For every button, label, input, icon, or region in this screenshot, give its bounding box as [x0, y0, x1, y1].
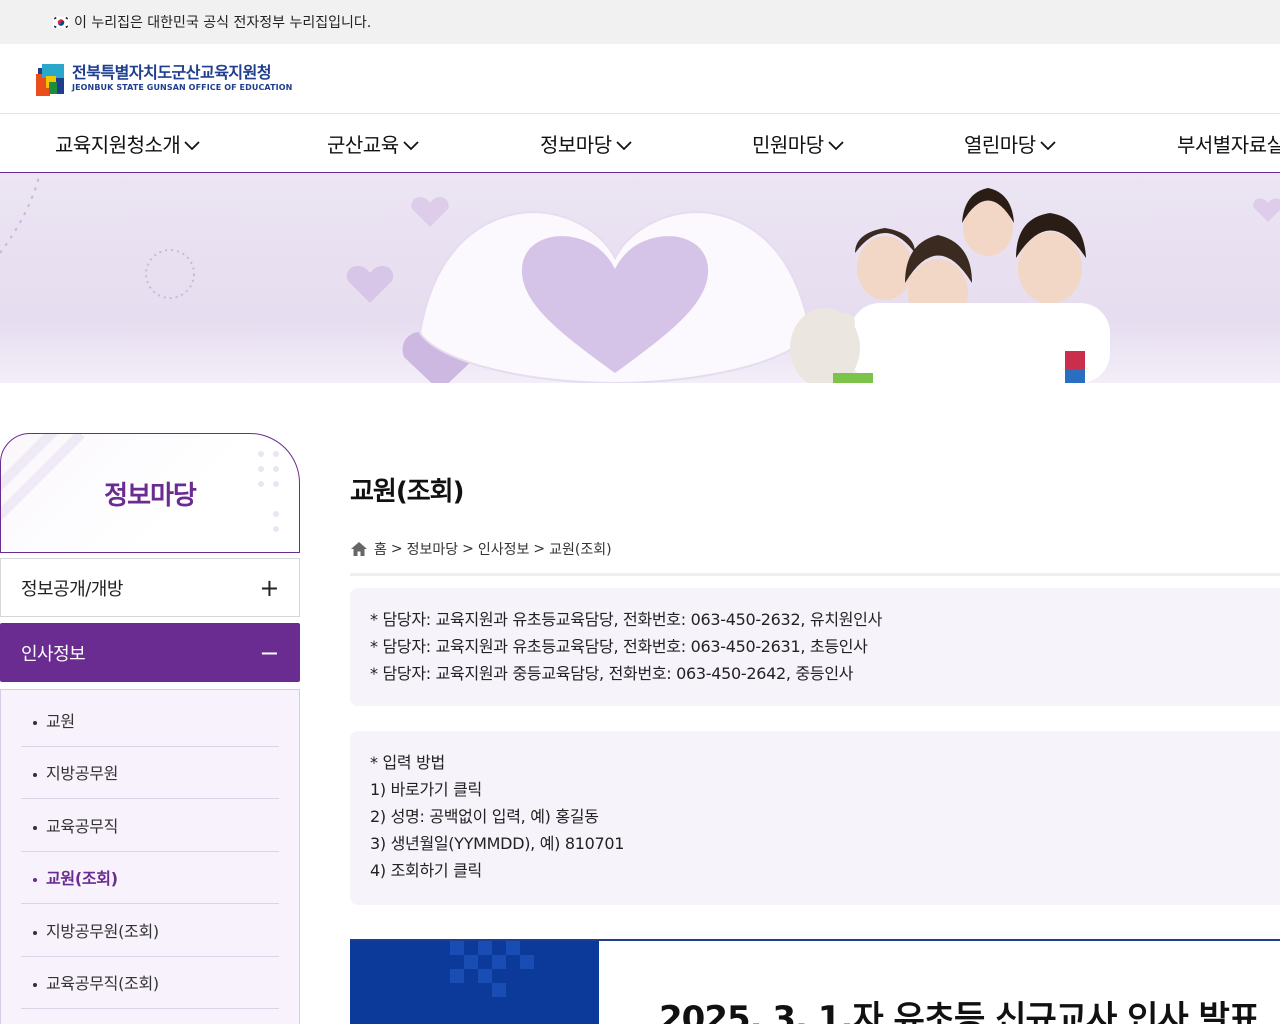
gov-notice-bar: 이 누리집은 대한민국 공식 전자정부 누리집입니다. [0, 0, 1280, 44]
logo-name-ko: 전북특별자치도군산교육지원청 [72, 63, 272, 82]
notice-banner-graphic [350, 941, 599, 1024]
input-method-line: * 입력 방법 [370, 753, 445, 772]
korean-flag-icon [51, 15, 71, 29]
input-method-line: 4) 조회하기 클릭 [370, 861, 482, 880]
nav-label: 정보마당 [540, 133, 612, 157]
breadcrumb-home[interactable]: 홈 [374, 539, 387, 559]
banner-illustration [0, 173, 1280, 383]
chevron-down-icon [1039, 140, 1056, 150]
input-method-line: 3) 생년월일(YYMMDD), 예) 810701 [370, 834, 625, 853]
nav-label: 교육지원청소개 [55, 133, 181, 157]
nav-label: 부서별자료실 [1177, 133, 1280, 157]
bullet-icon [33, 825, 37, 830]
decor-dots-icon [0, 173, 195, 299]
input-method-line: 1) 바로가기 클릭 [370, 780, 482, 799]
page-title: 교원(조회) [350, 477, 464, 507]
input-method-line: 2) 성명: 공백없이 입력, 예) 홍길동 [370, 807, 599, 826]
heart-hands-icon [418, 211, 812, 383]
nav-item-gunsan-education[interactable]: 군산교육 [327, 114, 419, 173]
site-header: 전북특별자치도군산교육지원청 JEONBUK STATE GUNSAN OFFI… [0, 44, 1280, 114]
notice-title: 2025. 3. 1.자 유초등 신규교사 인사 발표 [659, 999, 1260, 1024]
breadcrumb: 홈 > 정보마당 > 인사정보 > 교원(조회) [350, 539, 612, 559]
bullet-icon [33, 930, 37, 935]
breadcrumb-personnel[interactable]: 인사정보 [478, 539, 530, 559]
sidebar-title: 정보마당 [104, 480, 197, 511]
submenu-label: 교원 [46, 711, 75, 731]
main-navigation: 교육지원청소개 군산교육 정보마당 민원마당 열린마당 부서별자료실 [0, 114, 1280, 173]
nav-item-info[interactable]: 정보마당 [540, 114, 632, 173]
submenu-label: 교육공무직 [46, 816, 119, 836]
submenu-item-edu-staff-lookup[interactable]: 교육공무직(조회) [21, 957, 279, 1009]
contact-line: * 담당자: 교육지원과 중등교육담당, 전화번호: 063-450-2642,… [370, 664, 854, 683]
sidebar-submenu: 교원 지방공무원 교육공무직 교원(조회) 지방공무원(조회) 교육공무직(조회… [0, 689, 300, 1024]
bullet-icon [33, 983, 37, 988]
submenu-item-teacher-lookup[interactable]: 교원(조회) [21, 852, 279, 904]
sidebar-item-info-disclosure[interactable]: 정보공개/개방 + [0, 558, 300, 617]
content-area: 정보마당 정보공개/개방 + 인사정보 − 교원 지방공무원 교육공무직 교원(… [0, 383, 1280, 1024]
nav-item-dept-data[interactable]: 부서별자료실 [1177, 114, 1280, 173]
chevron-down-icon [615, 140, 632, 150]
breadcrumb-info[interactable]: 정보마당 [407, 539, 459, 559]
submenu-label: 지방공무원 [46, 764, 119, 784]
logo-mark-icon [36, 63, 64, 96]
submenu-item-local-official[interactable]: 지방공무원 [21, 747, 279, 799]
contact-info-box: * 담당자: 교육지원과 유초등교육담당, 전화번호: 063-450-2632… [350, 588, 1280, 706]
visual-banner [0, 173, 1280, 383]
gov-notice-text: 이 누리집은 대한민국 공식 전자정부 누리집입니다. [74, 15, 372, 31]
input-method-box: * 입력 방법 1) 바로가기 클릭 2) 성명: 공백없이 입력, 예) 홍길… [350, 731, 1280, 905]
chevron-down-icon [827, 140, 844, 150]
submenu-item-local-official-lookup[interactable]: 지방공무원(조회) [21, 904, 279, 957]
sidebar-item-label: 인사정보 [21, 643, 86, 665]
sidebar-item-personnel[interactable]: 인사정보 − [0, 623, 300, 682]
logo-name-en: JEONBUK STATE GUNSAN OFFICE OF EDUCATION [72, 83, 293, 92]
checker-pattern-icon [450, 941, 534, 997]
family-photo [790, 188, 1110, 383]
submenu-label: 교원(조회) [46, 869, 118, 889]
nav-item-civil[interactable]: 민원마당 [752, 114, 844, 173]
submenu-label: 지방공무원(조회) [46, 921, 159, 941]
bullet-icon [33, 773, 37, 778]
sidebar-item-label: 정보공개/개방 [21, 578, 123, 600]
plus-icon: + [259, 573, 279, 602]
nav-label: 민원마당 [752, 133, 824, 157]
nav-label: 열린마당 [964, 133, 1036, 157]
minus-icon: − [259, 638, 279, 667]
site-logo[interactable]: 전북특별자치도군산교육지원청 JEONBUK STATE GUNSAN OFFI… [36, 62, 292, 96]
breadcrumb-separator: > [390, 541, 403, 557]
nav-label: 군산교육 [327, 133, 399, 157]
sidebar-title-box: 정보마당 [0, 433, 300, 553]
nav-item-about[interactable]: 교육지원청소개 [55, 114, 200, 173]
chevron-down-icon [184, 140, 200, 150]
breadcrumb-divider [350, 573, 1280, 576]
notice-banner[interactable]: 2025. 3. 1.자 유초등 신규교사 인사 발표 [350, 939, 1280, 1024]
bullet-icon [33, 878, 37, 883]
nav-item-open[interactable]: 열린마당 [964, 114, 1056, 173]
submenu-item-teacher[interactable]: 교원 [21, 694, 279, 747]
submenu-label: 교육공무직(조회) [46, 974, 159, 994]
home-icon[interactable] [350, 541, 368, 557]
breadcrumb-separator: > [462, 541, 474, 557]
breadcrumb-separator: > [533, 541, 546, 557]
contact-line: * 담당자: 교육지원과 유초등교육담당, 전화번호: 063-450-2631… [370, 637, 868, 656]
breadcrumb-current: 교원(조회) [549, 542, 612, 558]
chevron-down-icon [402, 140, 419, 150]
submenu-item-edu-staff[interactable]: 교육공무직 [21, 799, 279, 852]
bullet-icon [33, 720, 37, 725]
contact-line: * 담당자: 교육지원과 유초등교육담당, 전화번호: 063-450-2632… [370, 610, 882, 629]
